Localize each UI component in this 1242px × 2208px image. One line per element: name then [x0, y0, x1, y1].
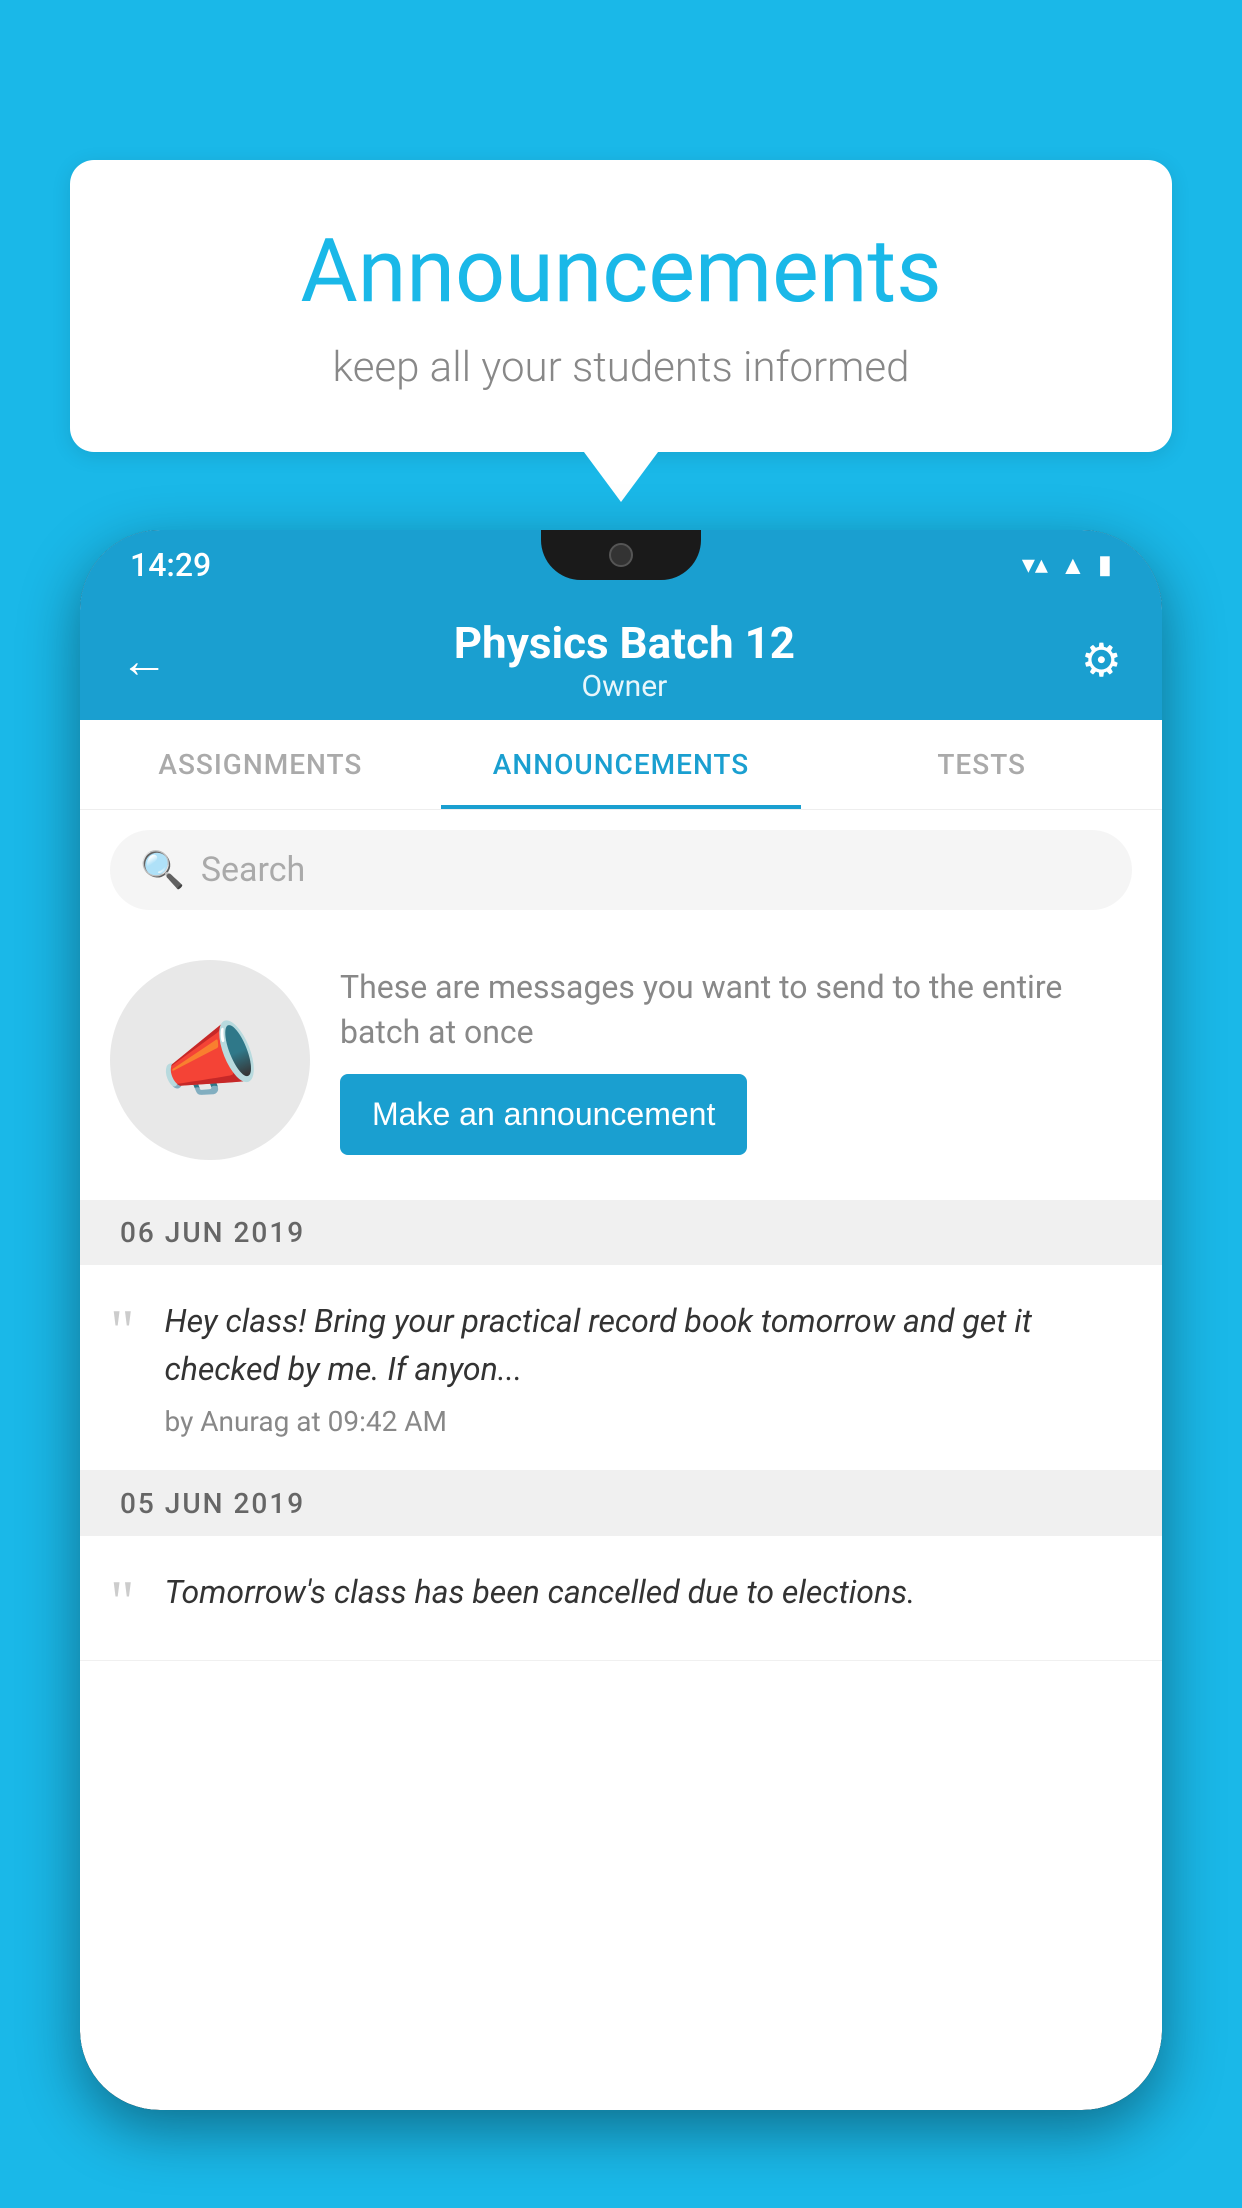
announcement-text-1: Hey class! Bring your practical record b…: [165, 1297, 1133, 1393]
quote-icon-2: ": [110, 1578, 135, 1626]
announcement-item-1[interactable]: " Hey class! Bring your practical record…: [80, 1265, 1162, 1471]
app-bar-center: Physics Batch 12 Owner: [454, 617, 795, 704]
phone-screen: 14:29 ▾▴ ▲ ▮ ← Physics Batch 12 Owner ⚙: [80, 530, 1162, 2110]
date-divider-2: 05 JUN 2019: [80, 1471, 1162, 1536]
app-bar-title: Physics Batch 12: [454, 617, 795, 669]
announcement-meta-1: by Anurag at 09:42 AM: [165, 1405, 1133, 1438]
announcement-content-1: Hey class! Bring your practical record b…: [165, 1297, 1133, 1438]
search-placeholder: Search: [201, 850, 305, 890]
search-icon: 🔍: [140, 849, 185, 891]
promo-icon-circle: 📣: [110, 960, 310, 1160]
announcement-text-2: Tomorrow's class has been cancelled due …: [165, 1568, 1133, 1616]
phone-notch: [541, 530, 701, 580]
speech-bubble-title: Announcements: [150, 220, 1092, 323]
camera-dot: [609, 543, 633, 567]
status-time: 14:29: [130, 546, 211, 584]
app-bar: ← Physics Batch 12 Owner ⚙: [80, 600, 1162, 720]
status-icons: ▾▴ ▲ ▮: [1022, 550, 1112, 581]
promo-card: 📣 These are messages you want to send to…: [80, 930, 1162, 1200]
back-button[interactable]: ←: [120, 632, 168, 689]
phone-device: 14:29 ▾▴ ▲ ▮ ← Physics Batch 12 Owner ⚙: [80, 530, 1162, 2110]
speech-bubble-card: Announcements keep all your students inf…: [70, 160, 1172, 452]
tabs-bar: ASSIGNMENTS ANNOUNCEMENTS TESTS: [80, 720, 1162, 810]
phone-wrapper: 14:29 ▾▴ ▲ ▮ ← Physics Batch 12 Owner ⚙: [80, 530, 1162, 2208]
app-bar-subtitle: Owner: [454, 669, 795, 704]
search-bar-container: 🔍 Search: [80, 810, 1162, 930]
search-bar[interactable]: 🔍 Search: [110, 830, 1132, 910]
tab-tests[interactable]: TESTS: [801, 720, 1162, 809]
settings-icon[interactable]: ⚙: [1081, 633, 1122, 688]
battery-icon: ▮: [1098, 550, 1112, 580]
speech-bubble-section: Announcements keep all your students inf…: [70, 160, 1172, 452]
tab-assignments[interactable]: ASSIGNMENTS: [80, 720, 441, 809]
announcement-item-2[interactable]: " Tomorrow's class has been cancelled du…: [80, 1536, 1162, 1661]
tab-announcements[interactable]: ANNOUNCEMENTS: [441, 720, 802, 809]
announcement-content-2: Tomorrow's class has been cancelled due …: [165, 1568, 1133, 1628]
date-divider-1: 06 JUN 2019: [80, 1200, 1162, 1265]
make-announcement-button[interactable]: Make an announcement: [340, 1074, 747, 1155]
signal-icon: ▲: [1060, 550, 1086, 581]
status-bar: 14:29 ▾▴ ▲ ▮: [80, 530, 1162, 600]
promo-right: These are messages you want to send to t…: [340, 965, 1132, 1156]
megaphone-icon: 📣: [160, 1013, 260, 1107]
wifi-icon: ▾▴: [1022, 550, 1048, 580]
promo-description: These are messages you want to send to t…: [340, 965, 1132, 1055]
speech-bubble-subtitle: keep all your students informed: [150, 343, 1092, 392]
quote-icon-1: ": [110, 1307, 135, 1355]
